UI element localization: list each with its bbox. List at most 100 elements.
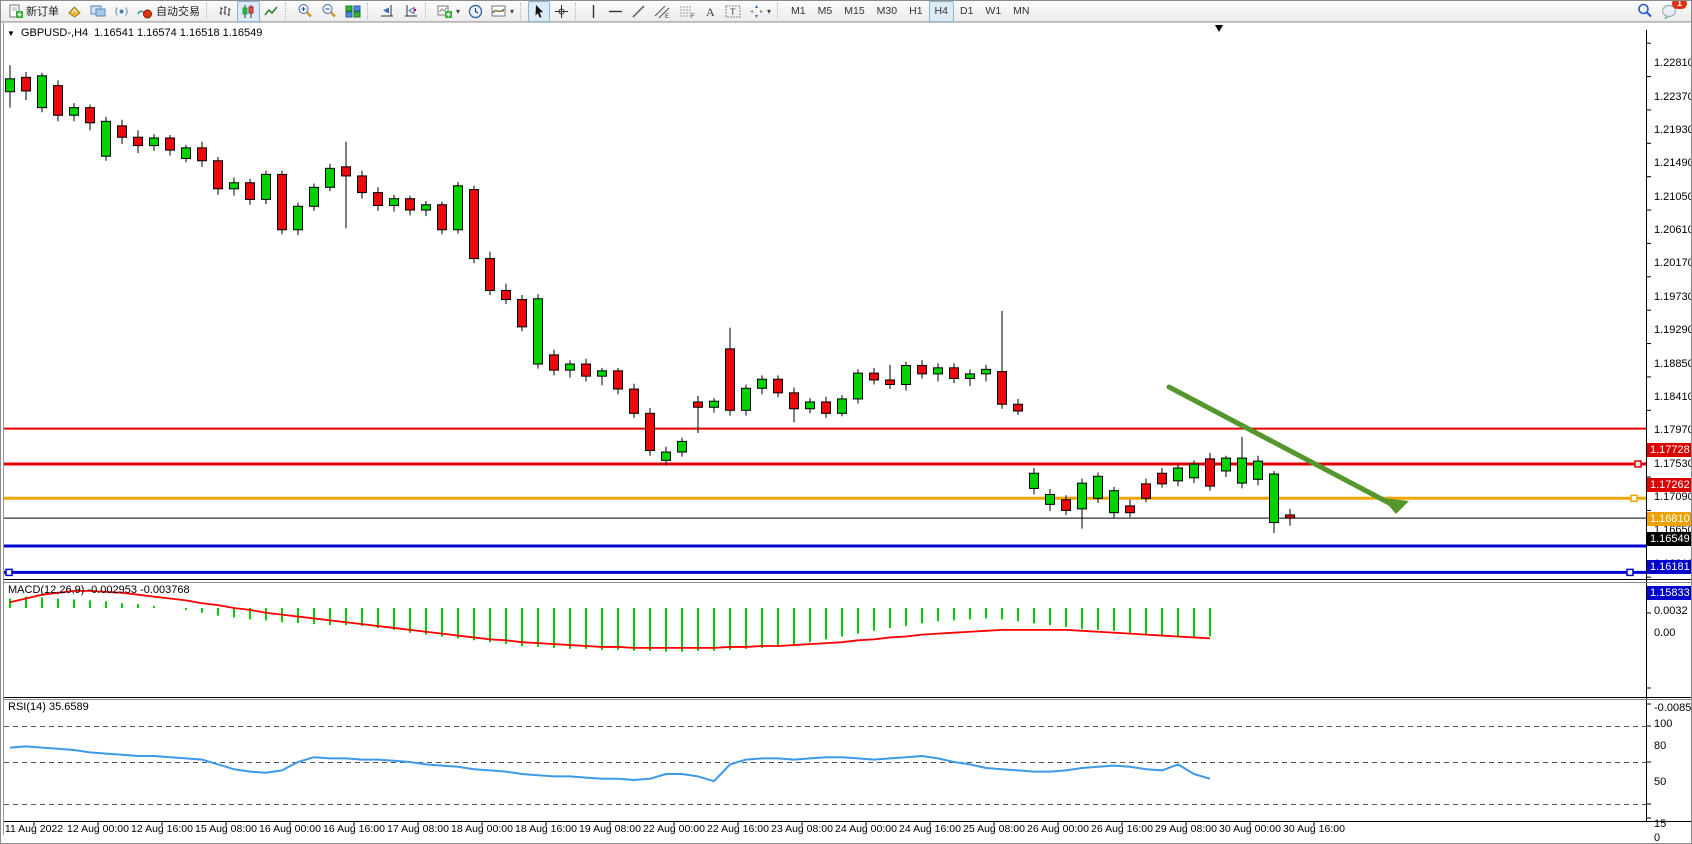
rsi-axis-tick: 0: [1654, 832, 1660, 844]
new-order-button[interactable]: 新订单: [4, 1, 63, 22]
collapse-triangle-icon[interactable]: ▼: [7, 29, 15, 38]
vertical-line-tool-button[interactable]: [583, 1, 604, 22]
channel-icon: E: [654, 4, 671, 19]
price-line-badge: 1.16810: [1647, 512, 1692, 526]
time-axis-label: 18 Aug 16:00: [515, 823, 577, 835]
price-line-badge: 1.15833: [1647, 586, 1692, 600]
auto-scroll-icon: [379, 4, 395, 19]
rsi-axis-tick: 80: [1654, 740, 1666, 752]
arrows-shapes-icon: [749, 4, 764, 19]
bar-chart-mode-button[interactable]: [214, 1, 237, 22]
chart-shift-button[interactable]: [399, 1, 423, 22]
time-axis-label: 12 Aug 00:00: [67, 823, 129, 835]
new-chart-button[interactable]: ▾: [433, 1, 464, 22]
symbol-period-label: GBPUSD-,H4: [21, 27, 88, 39]
time-axis-label: 26 Aug 16:00: [1091, 823, 1153, 835]
svg-text:E: E: [665, 14, 669, 19]
timeframe-m5-button[interactable]: M5: [812, 1, 839, 22]
toolbar-separator: [206, 3, 212, 19]
time-axis-label: 19 Aug 08:00: [579, 823, 641, 835]
price-axis-tick: 1.18850: [1654, 358, 1692, 370]
text-tool-button[interactable]: A: [700, 1, 721, 22]
horizontal-line-tool-button[interactable]: [604, 1, 627, 22]
main-toolbar: 新订单 自动交易 ▾ ▾ E F A T ▾: [1, 1, 1691, 22]
autotrading-button[interactable]: 自动交易: [133, 1, 204, 22]
search-button[interactable]: [1633, 1, 1657, 22]
gold-coins-icon: [67, 4, 82, 19]
toolbar-separator: [285, 3, 291, 19]
auto-scroll-button[interactable]: [375, 1, 399, 22]
rsi-axis-tick: 15: [1654, 818, 1666, 830]
price-axis-tick: 1.19290: [1654, 324, 1692, 336]
arrows-tool-button[interactable]: ▾: [745, 1, 775, 22]
fibonacci-icon: F: [679, 4, 696, 19]
fibonacci-tool-button[interactable]: F: [675, 1, 700, 22]
chart-shift-icon: [403, 4, 419, 19]
price-axis-tick: 1.22810: [1654, 57, 1692, 69]
candlestick-icon: [241, 4, 256, 19]
time-axis-label: 25 Aug 08:00: [963, 823, 1025, 835]
timeframe-m15-button[interactable]: M15: [838, 1, 870, 22]
svg-text:T: T: [730, 7, 736, 17]
chart-window: ▼ GBPUSD-,H4 1.16541 1.16574 1.16518 1.1…: [1, 22, 1692, 844]
timeframe-d1-button[interactable]: D1: [954, 1, 979, 22]
time-axis-label: 24 Aug 16:00: [899, 823, 961, 835]
notification-badge: 1: [1672, 0, 1687, 9]
tile-windows-button[interactable]: [341, 1, 365, 22]
new-order-label: 新订单: [26, 3, 59, 19]
timeframe-h4-button[interactable]: H4: [929, 1, 954, 22]
chart-canvas[interactable]: [1, 22, 1692, 844]
autotrading-icon: [137, 4, 153, 19]
cursor-tool-button[interactable]: [528, 1, 550, 22]
zoom-in-button[interactable]: [293, 1, 317, 22]
time-axis-label: 16 Aug 00:00: [259, 823, 321, 835]
new-order-icon: [8, 4, 23, 19]
price-axis-tick: 1.19730: [1654, 291, 1692, 303]
notifications-button[interactable]: 1: [1657, 1, 1682, 22]
time-axis-label: 26 Aug 00:00: [1027, 823, 1089, 835]
new-chart-icon: [437, 4, 453, 19]
time-axis-label: 15 Aug 08:00: [195, 823, 257, 835]
signal-icon: [114, 4, 129, 19]
timeframe-m1-button[interactable]: M1: [785, 1, 812, 22]
time-axis-label: 12 Aug 16:00: [131, 823, 193, 835]
zoom-out-button[interactable]: [317, 1, 341, 22]
vertical-line-icon: [587, 4, 600, 19]
trendline-tool-button[interactable]: [627, 1, 650, 22]
signal-button[interactable]: [110, 1, 133, 22]
ohlc-values-label: 1.16541 1.16574 1.16518 1.16549: [94, 27, 262, 39]
horizontal-line-icon: [608, 4, 623, 19]
dropdown-caret-icon: ▾: [510, 7, 514, 16]
price-axis-tick: 1.21050: [1654, 191, 1692, 203]
dropdown-caret-icon: ▾: [456, 7, 460, 16]
gold-coins-button[interactable]: [63, 1, 86, 22]
time-axis-label: 22 Aug 16:00: [707, 823, 769, 835]
macd-axis-tick: 0.0032: [1654, 605, 1688, 617]
line-chart-icon: [264, 4, 279, 19]
timeframe-h1-button[interactable]: H1: [903, 1, 928, 22]
equidistant-channel-tool-button[interactable]: E: [650, 1, 675, 22]
time-axis-label: 11 Aug 2022: [5, 823, 63, 835]
candlestick-mode-button[interactable]: [237, 1, 260, 22]
chart-shift-marker: [1215, 25, 1223, 32]
text-label-icon: T: [725, 4, 741, 19]
period-clock-button[interactable]: [464, 1, 487, 22]
rsi-indicator-label: RSI(14) 35.6589: [8, 701, 89, 713]
clock-icon: [468, 4, 483, 19]
terminal-button[interactable]: [86, 1, 110, 22]
time-axis-label: 29 Aug 08:00: [1155, 823, 1217, 835]
cursor-icon: [532, 4, 546, 19]
monitors-icon: [90, 4, 106, 19]
macd-signal-line: [10, 591, 1210, 648]
text-label-tool-button[interactable]: T: [721, 1, 745, 22]
price-axis-tick: 1.22370: [1654, 91, 1692, 103]
indicators-button[interactable]: ▾: [487, 1, 518, 22]
line-chart-mode-button[interactable]: [260, 1, 283, 22]
timeframe-mn-button[interactable]: MN: [1007, 1, 1035, 22]
crosshair-tool-button[interactable]: [550, 1, 573, 22]
timeframe-m30-button[interactable]: M30: [871, 1, 903, 22]
timeframe-w1-button[interactable]: W1: [979, 1, 1007, 22]
macd-axis-tick: -0.008529: [1654, 702, 1692, 714]
text-icon: A: [704, 4, 717, 19]
price-axis-tick: 1.18410: [1654, 391, 1692, 403]
